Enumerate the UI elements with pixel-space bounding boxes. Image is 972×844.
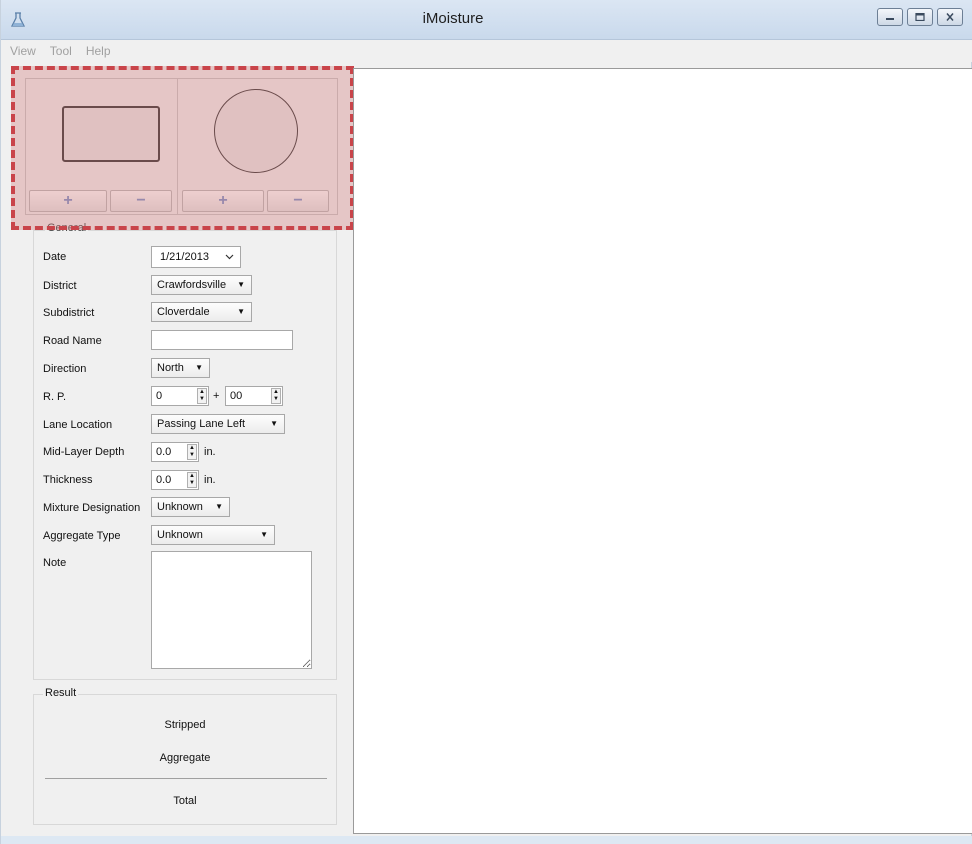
thickness-value: 0.0 xyxy=(156,474,172,486)
mixture-designation-label: Mixture Designation xyxy=(43,502,141,514)
menu-bar: View Tool Help xyxy=(1,40,972,62)
dropdown-arrow-icon: ▼ xyxy=(215,502,223,511)
subdistrict-value: Cloverdale xyxy=(157,306,210,318)
dropdown-arrow-icon: ▼ xyxy=(270,419,278,428)
minimize-icon xyxy=(886,18,894,20)
date-picker[interactable]: 1/21/2013 xyxy=(151,246,241,268)
district-value: Crawfordsville xyxy=(157,279,227,291)
thickness-unit: in. xyxy=(204,474,216,486)
lane-location-label: Lane Location xyxy=(43,419,113,431)
mid-layer-depth-value: 0.0 xyxy=(156,446,172,458)
rp-minor-spinbox[interactable]: 00 ▲ ▼ xyxy=(225,386,283,406)
menu-tool[interactable]: Tool xyxy=(50,44,72,58)
thickness-spinbox[interactable]: 0.0 ▲ ▼ xyxy=(151,470,199,490)
lane-location-value: Passing Lane Left xyxy=(157,418,246,430)
spin-arrows-icon[interactable]: ▲ ▼ xyxy=(197,388,207,404)
district-label: District xyxy=(43,280,77,292)
dropdown-arrow-icon: ▼ xyxy=(237,280,245,289)
note-label: Note xyxy=(43,557,67,569)
direction-select[interactable]: North ▼ xyxy=(151,358,210,378)
window-bottom-border xyxy=(1,836,972,844)
date-label: Date xyxy=(43,251,67,263)
mid-layer-depth-unit: in. xyxy=(204,446,216,458)
direction-label: Direction xyxy=(43,363,87,375)
drawing-canvas[interactable] xyxy=(353,68,972,834)
rp-minor-value: 00 xyxy=(230,390,243,402)
road-name-label: Road Name xyxy=(43,335,102,347)
spin-arrows-icon[interactable]: ▲ ▼ xyxy=(187,472,197,488)
menu-help[interactable]: Help xyxy=(86,44,111,58)
subdistrict-label: Subdistrict xyxy=(43,307,95,319)
result-divider xyxy=(45,778,327,779)
direction-value: North xyxy=(157,362,184,374)
dropdown-arrow-icon: ▼ xyxy=(195,363,203,372)
lane-location-select[interactable]: Passing Lane Left ▼ xyxy=(151,414,285,434)
aggregate-type-value: Unknown xyxy=(157,529,203,541)
chevron-down-icon xyxy=(225,254,234,260)
result-aggregate: Aggregate xyxy=(159,752,211,764)
dropdown-arrow-icon: ▼ xyxy=(237,307,245,316)
spin-arrows-icon[interactable]: ▲ ▼ xyxy=(187,444,197,460)
close-icon xyxy=(946,13,954,21)
spin-arrows-icon[interactable]: ▲ ▼ xyxy=(271,388,281,404)
maximize-icon xyxy=(915,13,925,21)
minimize-button[interactable] xyxy=(877,8,903,26)
road-name-input[interactable] xyxy=(151,330,293,350)
menu-view[interactable]: View xyxy=(10,44,36,58)
aggregate-type-label: Aggregate Type xyxy=(43,530,121,542)
window-title: iMoisture xyxy=(422,10,484,27)
rp-major-spinbox[interactable]: 0 ▲ ▼ xyxy=(151,386,209,406)
close-button[interactable] xyxy=(937,8,963,26)
mid-layer-depth-label: Mid-Layer Depth xyxy=(43,446,125,458)
rp-major-value: 0 xyxy=(156,390,163,402)
maximize-button[interactable] xyxy=(907,8,933,26)
highlight-annotation xyxy=(11,66,354,230)
district-select[interactable]: Crawfordsville ▼ xyxy=(151,275,252,295)
aggregate-type-select[interactable]: Unknown ▼ xyxy=(151,525,275,545)
result-total: Total xyxy=(173,795,197,807)
date-value: 1/21/2013 xyxy=(160,251,209,263)
dropdown-arrow-icon: ▼ xyxy=(260,530,268,539)
result-group-title: Result xyxy=(43,687,79,699)
rp-plus-sign: + xyxy=(213,390,220,402)
thickness-label: Thickness xyxy=(43,474,93,486)
subdistrict-select[interactable]: Cloverdale ▼ xyxy=(151,302,252,322)
result-stripped: Stripped xyxy=(164,719,206,731)
mid-layer-depth-spinbox[interactable]: 0.0 ▲ ▼ xyxy=(151,442,199,462)
mixture-designation-value: Unknown xyxy=(157,501,203,513)
window-controls xyxy=(877,8,963,26)
mixture-designation-select[interactable]: Unknown ▼ xyxy=(151,497,230,517)
title-bar[interactable]: iMoisture xyxy=(1,0,972,40)
rp-label: R. P. xyxy=(43,391,67,403)
note-textarea[interactable] xyxy=(151,551,312,669)
app-window: iMoisture View Tool Help + − + − General… xyxy=(0,0,972,844)
